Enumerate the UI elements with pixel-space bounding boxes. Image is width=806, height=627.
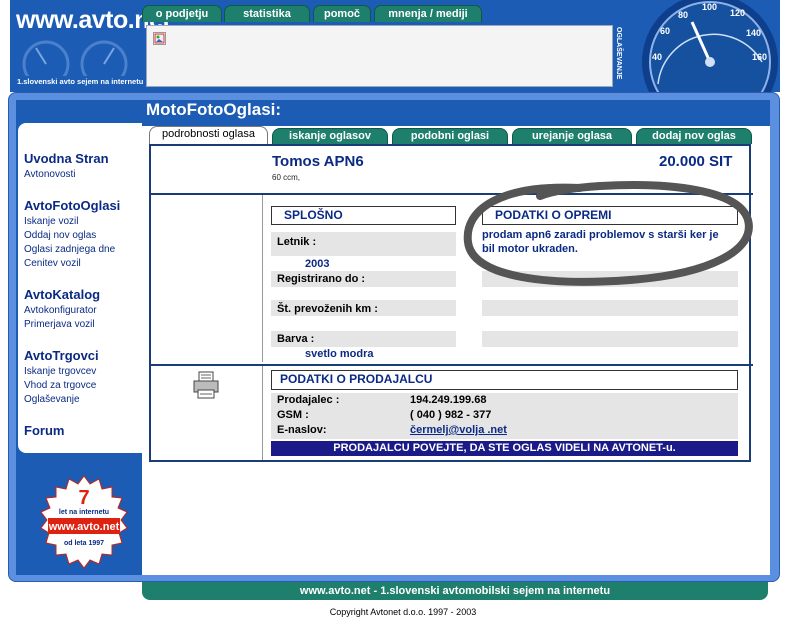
hand-drawn-highlight-circle <box>463 181 753 286</box>
tab-add-new-ad[interactable]: dodaj nov oglas <box>636 128 752 144</box>
column-divider <box>262 195 263 362</box>
sidebar-link[interactable]: Iskanje trgovcev <box>24 366 96 377</box>
nav-opinions-media[interactable]: mnenja / mediji <box>374 5 482 22</box>
gauge-tick-label: 40 <box>652 52 662 62</box>
tab-ad-details[interactable]: podrobnosti oglasa <box>149 126 268 146</box>
site-tagline: 1.slovenski avto sejem na internetu <box>17 77 144 86</box>
sidebar-link[interactable]: Iskanje vozil <box>24 216 78 227</box>
sidebar-heading-forum[interactable]: Forum <box>24 423 64 438</box>
seller-label: Prodajalec : <box>277 394 340 406</box>
ad-banner[interactable] <box>146 25 613 87</box>
email-link[interactable]: čermelj@volja .net <box>410 424 507 436</box>
gauge-tick-label: 100 <box>702 2 717 12</box>
nav-help[interactable]: pomoč <box>313 5 371 22</box>
page-title: MotoFotoOglasi: <box>146 100 282 119</box>
printer-icon[interactable] <box>191 370 221 400</box>
field-label-registered: Registrirano do : <box>277 273 366 285</box>
speedometer-gauge-graphic: 40 60 80 100 120 140 160 <box>642 0 778 92</box>
sidebar-link[interactable]: Cenitev vozil <box>24 258 81 269</box>
sidebar-link[interactable]: Oglaševanje <box>24 394 80 405</box>
tab-similar-ads[interactable]: podobni oglasi <box>392 128 508 144</box>
badge-line1: let na internetu <box>59 509 109 516</box>
seven-years-badge: 7 let na internetu www.avto.net od leta … <box>40 475 128 569</box>
seller-notice-banner: PRODAJALCU POVEJTE, DA STE OGLAS VIDELI … <box>271 441 738 456</box>
nav-about[interactable]: o podjetju <box>142 5 222 22</box>
section-divider <box>149 364 753 366</box>
field-label-mileage: Št. prevoženih km : <box>277 303 378 315</box>
sidebar-nav: Uvodna Stran Avtonovosti AvtoFotoOglasi … <box>18 123 142 453</box>
vehicle-title: Tomos APN6 <box>272 153 364 170</box>
general-section-header: SPLOŠNO <box>271 206 456 225</box>
badge-years: 7 <box>78 487 89 509</box>
sidebar-link[interactable]: Avtokonfigurator <box>24 305 97 316</box>
gauge-tick-label: 160 <box>752 52 767 62</box>
badge-logo: www.avto.net <box>48 521 120 533</box>
sidebar-link[interactable]: Primerjava vozil <box>24 319 95 330</box>
footer-bar: www.avto.net - 1.slovenski avtomobilski … <box>142 582 768 600</box>
sidebar-link[interactable]: Oglasi zadnjega dne <box>24 244 115 255</box>
sidebar-link[interactable]: Avtonovosti <box>24 169 76 180</box>
badge-line2: od leta 1997 <box>64 540 104 547</box>
advertising-side-label: OGLAŠEVANJE <box>614 25 626 87</box>
sidebar-link[interactable]: Oddaj nov oglas <box>24 230 96 241</box>
vehicle-engine: 60 ccm, <box>272 173 301 182</box>
sidebar-heading-catalog[interactable]: AvtoKatalog <box>24 287 100 302</box>
gsm-value: ( 040 ) 982 - 377 <box>410 409 492 421</box>
sidebar-heading-dealers[interactable]: AvtoTrgovci <box>24 348 99 363</box>
sidebar-heading-home[interactable]: Uvodna Stran <box>24 151 109 166</box>
email-label: E-naslov: <box>277 424 327 436</box>
sidebar-link[interactable]: Vhod za trgovce <box>24 380 96 391</box>
copyright: Copyright Avtonet d.o.o. 1997 - 2003 <box>329 607 477 617</box>
field-label-year: Letnik : <box>277 236 317 248</box>
field-row-bg <box>482 300 738 316</box>
gauge-tick-label: 140 <box>746 28 761 38</box>
sidebar-heading-photo-ads[interactable]: AvtoFotoOglasi <box>24 198 120 213</box>
tab-edit-ad[interactable]: urejanje oglasa <box>512 128 632 144</box>
speedometer-logo-graphic <box>22 40 128 76</box>
seller-value: 194.249.199.68 <box>410 394 487 406</box>
nav-statistics[interactable]: statistika <box>224 5 310 22</box>
email-link-text[interactable]: čermelj@volja .net <box>410 424 507 436</box>
seller-section-header: PODATKI O PRODAJALCU <box>271 370 738 390</box>
broken-image-icon <box>153 32 166 45</box>
field-value-year: 2003 <box>305 258 330 270</box>
gsm-label: GSM : <box>277 409 309 421</box>
tab-search-ads[interactable]: iskanje oglasov <box>272 128 388 144</box>
gauge-tick-label: 60 <box>660 26 670 36</box>
field-value-color: svetlo modra <box>305 348 374 360</box>
gauge-tick-label: 80 <box>678 10 688 20</box>
vehicle-price: 20.000 SIT <box>659 153 733 170</box>
column-divider <box>262 366 263 460</box>
gauge-tick-label: 120 <box>730 8 745 18</box>
field-label-color: Barva : <box>277 333 315 345</box>
field-row-bg <box>482 331 738 347</box>
